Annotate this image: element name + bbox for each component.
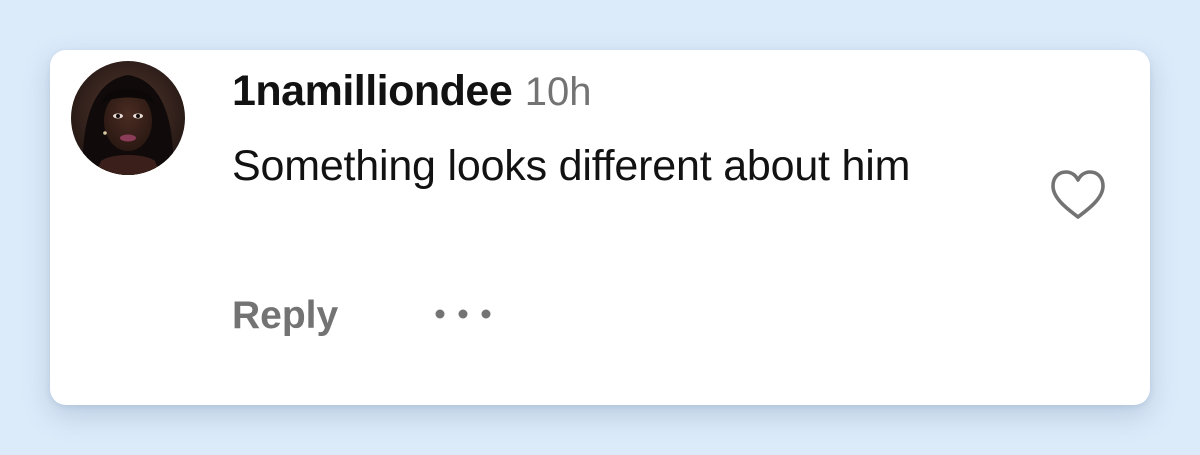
comment-card: 1namilliondee 10h Something looks differ… [50, 50, 1150, 405]
avatar-image [71, 61, 185, 175]
timestamp: 10h [524, 70, 592, 114]
more-horizontal-icon [435, 309, 491, 319]
more-options-button[interactable] [433, 304, 493, 324]
comment-header: 1namilliondee 10h [232, 70, 591, 113]
avatar[interactable] [71, 61, 185, 175]
reply-button[interactable]: Reply [232, 296, 338, 335]
like-button[interactable] [1048, 168, 1108, 222]
username[interactable]: 1namilliondee [232, 67, 513, 115]
heart-outline-icon [1051, 170, 1105, 219]
comment-text: Something looks different about him [232, 142, 911, 190]
